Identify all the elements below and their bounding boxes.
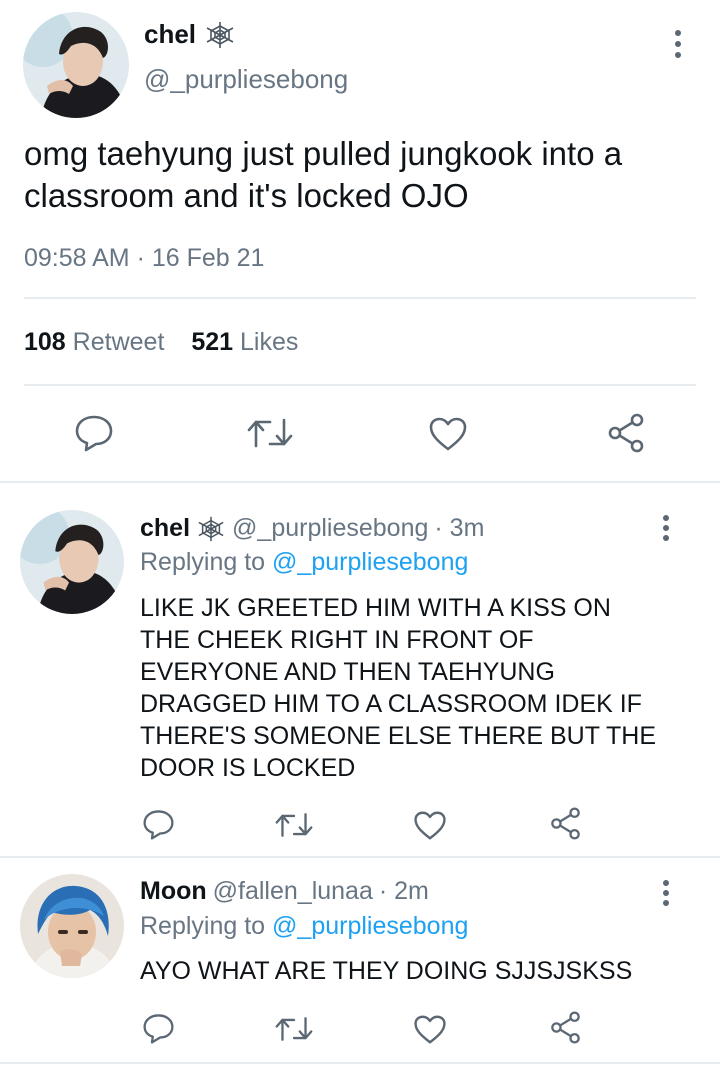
divider — [24, 384, 696, 386]
tweet-text-line: omg taehyung just pulled jungkook into a — [24, 135, 623, 172]
reply-icon[interactable] — [74, 414, 114, 452]
retweet-icon[interactable] — [246, 416, 294, 450]
like-icon[interactable] — [428, 416, 468, 452]
retweet-count-label: Retweet — [72, 328, 165, 356]
reply-text-line: AYO WHAT ARE THEY DOING SJJSJSKSS — [140, 957, 633, 985]
avatar[interactable] — [23, 12, 129, 118]
replying-to-label: Replying to — [140, 548, 266, 576]
like-icon[interactable] — [413, 1014, 447, 1045]
likes-count[interactable]: 521 Likes — [191, 328, 298, 356]
display-name[interactable]: chel — [144, 19, 196, 50]
timestamp: · 3m — [434, 514, 485, 542]
reply-text-line: DOOR IS LOCKED — [140, 754, 356, 782]
section-divider — [0, 856, 720, 858]
timestamp: · 2m — [378, 877, 429, 905]
likes-count-value: 521 — [191, 328, 234, 356]
reply-text-line: LIKE JK GREETED HIM WITH A KISS ON — [140, 594, 611, 622]
avatar[interactable] — [20, 874, 124, 978]
likes-count-label: Likes — [240, 328, 299, 356]
handle[interactable]: @_purpliesebong — [232, 514, 428, 543]
share-icon[interactable] — [549, 1010, 582, 1045]
more-vertical-icon[interactable] — [658, 515, 674, 541]
display-name[interactable]: Moon — [140, 877, 207, 906]
retweet-icon[interactable] — [274, 811, 314, 839]
replying-to-handle[interactable]: @_purpliesebong — [272, 548, 468, 576]
share-icon[interactable] — [606, 412, 646, 454]
reply-icon[interactable] — [142, 809, 175, 840]
tweet-time: 09:58 AM — [24, 244, 130, 272]
section-divider — [0, 1062, 720, 1064]
more-vertical-icon[interactable] — [670, 30, 686, 58]
handle[interactable]: @fallen_lunaa — [213, 877, 373, 906]
reply-text: LIKE JK GREETED HIM WITH A KISS ON THE C… — [140, 592, 656, 784]
more-vertical-icon[interactable] — [658, 880, 674, 906]
display-name[interactable]: chel — [140, 514, 190, 543]
reply-text-line: DRAGGED HIM TO A CLASSROOM IDEK IF — [140, 690, 642, 718]
replying-to-label: Replying to — [140, 912, 266, 940]
handle[interactable]: @_purpliesebong — [144, 64, 348, 95]
reply-icon[interactable] — [142, 1013, 175, 1044]
tweet-text-line: classroom and it's locked OJO — [24, 177, 469, 214]
share-icon[interactable] — [549, 806, 582, 841]
reply-text-line: EVERYONE AND THEN TAEHYUNG — [140, 658, 555, 686]
spider-web-icon — [204, 20, 236, 50]
avatar[interactable] — [20, 510, 124, 614]
like-icon[interactable] — [413, 810, 447, 841]
spider-web-icon — [196, 515, 226, 543]
retweet-icon[interactable] — [274, 1015, 314, 1043]
reply-text: AYO WHAT ARE THEY DOING SJJSJSKSS — [140, 955, 632, 987]
tweet-date: 16 Feb 21 — [151, 244, 265, 272]
replying-to-handle[interactable]: @_purpliesebong — [272, 912, 468, 940]
section-divider — [0, 481, 720, 483]
divider — [24, 297, 696, 299]
retweet-count[interactable]: 108 Retweet — [24, 328, 171, 356]
retweet-count-value: 108 — [24, 328, 66, 356]
reply-text-line: THERE'S SOMEONE ELSE THERE BUT THE — [140, 722, 657, 750]
separator-dot: · — [136, 244, 145, 272]
reply-text-line: THE CHEEK RIGHT IN FRONT OF — [140, 626, 534, 654]
